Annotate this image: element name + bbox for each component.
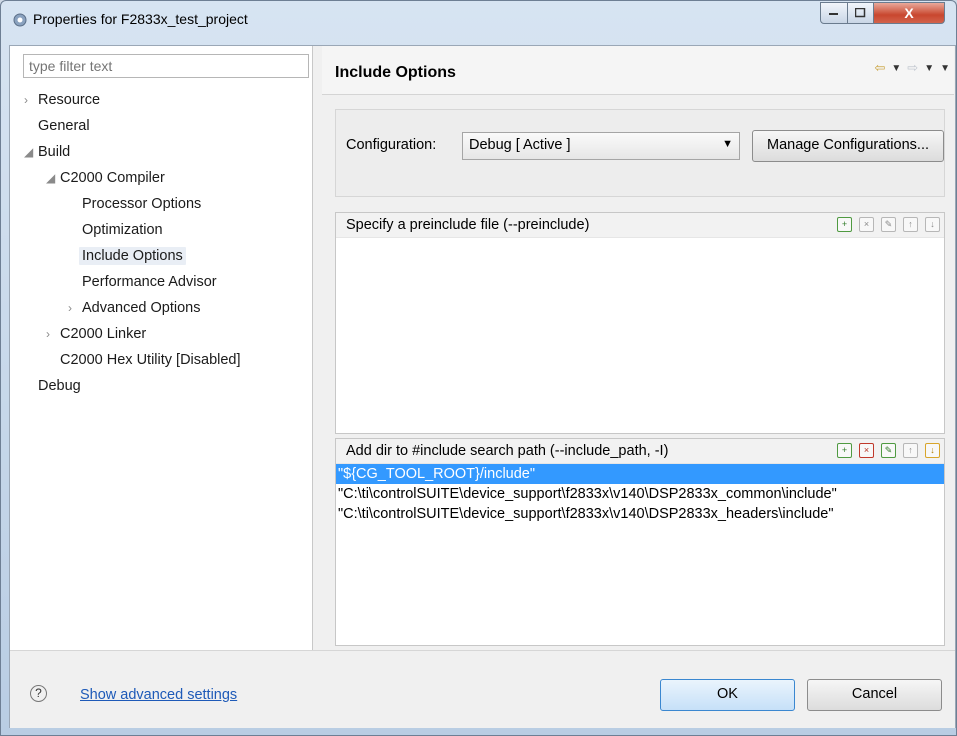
maximize-icon [855,8,866,18]
chevron-right-icon[interactable]: › [24,88,38,112]
tree-item-advanced-options[interactable]: › Advanced Options [68,296,201,321]
include-path-list[interactable]: Add dir to #include search path (--inclu… [335,438,945,646]
app-icon [13,13,27,27]
include-path-toolbar: + × ✎ ↑ ↓ [837,443,940,458]
include-path-header: Add dir to #include search path (--inclu… [336,439,944,464]
dialog-client-area: ›Resource General ◢Build ◢C2000 Compiler… [9,45,956,728]
tree-item-c2000-hex-utility[interactable]: C2000 Hex Utility [Disabled] [60,348,241,373]
tree-item-c2000-linker[interactable]: › C2000 Linker [46,322,146,347]
close-icon: X [904,5,914,21]
tree-item-c2000-compiler[interactable]: ◢ C2000 Compiler [46,166,165,191]
add-icon[interactable]: + [837,443,852,458]
list-item[interactable]: "C:\ti\controlSUITE\device_support\f2833… [336,484,944,504]
preinclude-header: Specify a preinclude file (--preinclude)… [336,213,944,238]
cancel-button[interactable]: Cancel [807,679,942,711]
properties-window: Properties for F2833x_test_project X ›Re… [0,0,957,736]
tree-item-general[interactable]: General [24,114,90,139]
preinclude-toolbar: + × ✎ ↑ ↓ [837,217,940,232]
title-bar[interactable]: Properties for F2833x_test_project X [1,1,956,37]
edit-icon[interactable]: ✎ [881,217,896,232]
edit-icon[interactable]: ✎ [881,443,896,458]
help-icon[interactable]: ? [30,685,47,702]
forward-icon[interactable]: ⇨ [907,60,918,76]
list-item[interactable]: "C:\ti\controlSUITE\device_support\f2833… [336,504,944,524]
page-title: Include Options [335,64,456,81]
preinclude-caption: Specify a preinclude file (--preinclude) [346,217,590,233]
history-nav: ⇦ ▼ ⇨ ▼ ▼ [874,60,950,76]
expand-triangle-icon[interactable]: ◢ [24,140,38,164]
move-down-icon[interactable]: ↓ [925,217,940,232]
delete-icon[interactable]: × [859,443,874,458]
preinclude-list[interactable]: Specify a preinclude file (--preinclude)… [335,212,945,434]
tree-item-resource[interactable]: › Resource [24,88,100,113]
back-menu-chevron-down-icon[interactable]: ▼ [891,63,901,74]
forward-menu-chevron-down-icon[interactable]: ▼ [924,63,934,74]
filter-input[interactable] [23,54,309,78]
window-title: Properties for F2833x_test_project [33,11,248,27]
minimize-button[interactable] [820,2,848,24]
chevron-down-icon: ▼ [722,138,733,150]
dialog-footer: ? Show advanced settings OK Cancel [10,650,955,728]
property-page: Include Options ⇦ ▼ ⇨ ▼ ▼ Configuration:… [322,46,954,650]
include-path-caption: Add dir to #include search path (--inclu… [346,443,669,459]
chevron-right-icon[interactable]: › [68,296,82,320]
view-menu-chevron-down-icon[interactable]: ▼ [940,63,950,74]
ok-button[interactable]: OK [660,679,795,711]
show-advanced-settings-link[interactable]: Show advanced settings [80,687,237,703]
configuration-group: Configuration: Debug [ Active ] ▼ Manage… [335,109,945,197]
configuration-select[interactable]: Debug [ Active ] ▼ [462,132,740,160]
chevron-right-icon[interactable]: › [46,322,60,346]
tree-item-performance-advisor[interactable]: Performance Advisor [82,270,217,295]
add-icon[interactable]: + [837,217,852,232]
list-item[interactable]: "${CG_TOOL_ROOT}/include" [336,464,944,484]
close-button[interactable]: X [873,2,945,24]
maximize-button[interactable] [847,2,874,24]
tree-item-optimization[interactable]: Optimization [82,218,163,243]
tree-item-processor-options[interactable]: Processor Options [82,192,201,217]
page-header: Include Options ⇦ ▼ ⇨ ▼ ▼ [322,46,954,95]
tree-item-include-options[interactable]: Include Options [79,244,186,269]
navigation-pane: ›Resource General ◢Build ◢C2000 Compiler… [10,46,313,650]
tree-item-debug[interactable]: Debug [38,374,81,399]
configuration-label: Configuration: [346,137,437,153]
move-up-icon[interactable]: ↑ [903,443,918,458]
expand-triangle-icon[interactable]: ◢ [46,166,60,190]
move-up-icon[interactable]: ↑ [903,217,918,232]
minimize-icon [829,13,838,15]
back-icon[interactable]: ⇦ [874,60,885,76]
tree-item-build[interactable]: ◢ Build [24,140,70,165]
configuration-value: Debug [ Active ] [469,137,571,153]
delete-icon[interactable]: × [859,217,874,232]
manage-configurations-button[interactable]: Manage Configurations... [752,130,944,162]
move-down-icon[interactable]: ↓ [925,443,940,458]
